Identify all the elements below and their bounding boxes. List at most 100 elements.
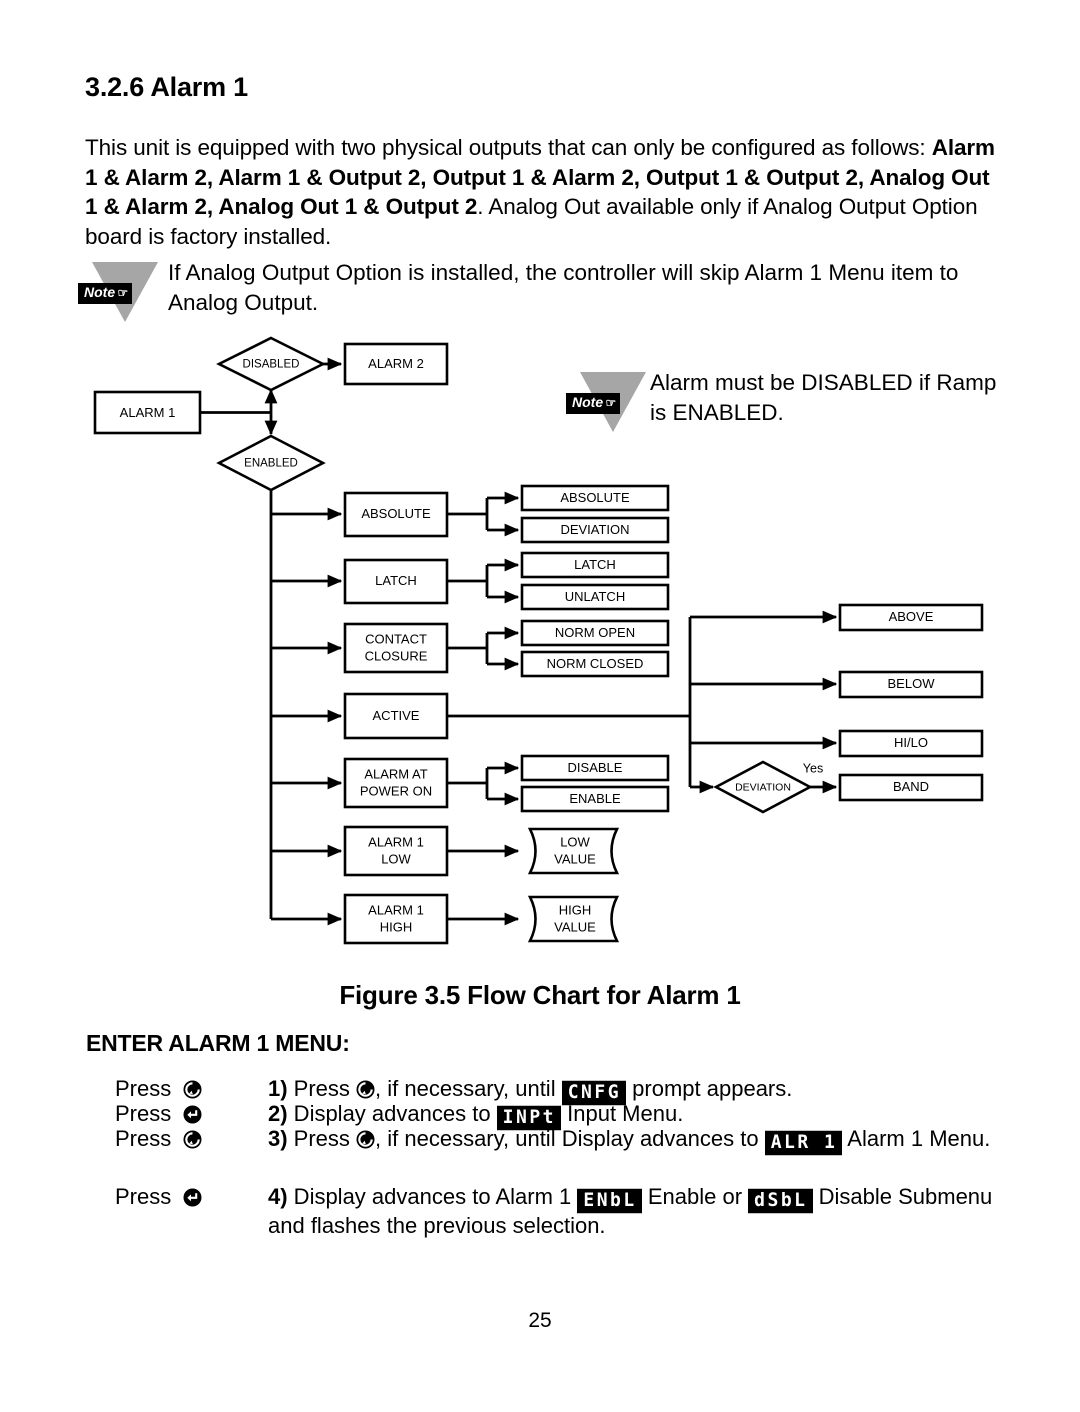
node-low-value-line2: VALUE xyxy=(554,851,596,866)
node-enabled-label: ENABLED xyxy=(244,458,298,470)
node-deviation xyxy=(713,760,813,814)
pointing-hand-icon: ☞ xyxy=(603,396,616,410)
node-disabled-label: DISABLED xyxy=(243,359,300,371)
node-alarm1-low xyxy=(343,825,449,877)
press-label-3: Press xyxy=(115,1126,202,1151)
node-high-value xyxy=(527,895,620,943)
node-contact-closure-line1: CONTACT xyxy=(365,631,427,646)
lcd-display-alr1: ALR 1 xyxy=(764,1130,843,1156)
step-3-before: Press xyxy=(287,1126,357,1151)
press-label-4: Press xyxy=(115,1184,202,1209)
node-hilo-label: HI/LO xyxy=(894,735,928,750)
node-low-value-line1: LOW xyxy=(560,834,590,849)
press-label-2: Press xyxy=(115,1101,202,1126)
node-active-label: ACTIVE xyxy=(373,708,420,723)
step-2-number: 2) xyxy=(268,1101,288,1126)
note-label: Note xyxy=(572,394,604,410)
node-deviation-label: DEVIATION xyxy=(735,781,791,793)
note-2-text: Alarm must be DISABLED if Ramp is ENABLE… xyxy=(650,370,997,425)
node-contact-closure xyxy=(343,622,449,674)
step-4-mid: Enable or xyxy=(641,1184,749,1209)
node-power-enable-label: ENABLE xyxy=(569,791,621,806)
menu-button-icon[interactable] xyxy=(356,1080,375,1099)
step-1-after-icon: , if necessary, until xyxy=(375,1076,562,1101)
node-contact-closure-line2: CLOSURE xyxy=(365,648,428,663)
node-below xyxy=(838,670,984,699)
note-icon: Note ☞ xyxy=(78,262,174,326)
document-page: 3.2.6 Alarm 1 This unit is equipped with… xyxy=(0,0,1080,1412)
press-text: Press xyxy=(115,1101,172,1126)
node-absolute-opt-absolute xyxy=(520,484,670,512)
menu-button-icon[interactable] xyxy=(183,1080,202,1099)
press-label-1: Press xyxy=(115,1076,202,1101)
node-alarm1-low-line2: LOW xyxy=(381,851,411,866)
menu-button-icon[interactable] xyxy=(356,1130,375,1149)
step-2-tail: Input Menu. xyxy=(561,1101,684,1126)
step-4-number: 4) xyxy=(268,1184,288,1209)
intro-paragraph: This unit is equipped with two physical … xyxy=(85,133,995,251)
intro-part1: This unit is equipped with two physical … xyxy=(85,135,932,160)
node-low-value xyxy=(527,827,620,875)
node-alarm1-high xyxy=(343,893,449,945)
step-1-before: Press xyxy=(287,1076,357,1101)
node-absolute xyxy=(343,491,449,538)
node-disabled xyxy=(216,336,326,392)
lcd-display-dsbl: dSbL xyxy=(748,1188,813,1214)
node-alarm-2 xyxy=(343,342,449,386)
step-3: 3) Press , if necessary, until Display a… xyxy=(268,1126,1028,1156)
enter-button-icon[interactable] xyxy=(183,1188,202,1207)
step-1-tail: prompt appears. xyxy=(626,1076,793,1101)
node-latch-opt-latch xyxy=(520,551,670,579)
node-enabled xyxy=(216,434,326,492)
figure-caption: Figure 3.5 Flow Chart for Alarm 1 xyxy=(339,980,741,1010)
menu-button-icon[interactable] xyxy=(183,1130,202,1149)
node-norm-open-label: NORM OPEN xyxy=(555,625,635,640)
node-above xyxy=(838,603,984,632)
node-absolute-opt-deviation-label: DEVIATION xyxy=(560,522,629,537)
press-text: Press xyxy=(115,1126,172,1151)
node-above-label: ABOVE xyxy=(889,609,934,624)
note-label: Note xyxy=(84,284,116,300)
node-alarm-1 xyxy=(93,390,202,435)
node-alarm1-high-line2: HIGH xyxy=(380,919,413,934)
node-latch-opt-unlatch-label: UNLATCH xyxy=(565,589,625,604)
step-3-number: 3) xyxy=(268,1126,288,1151)
node-high-value-line2: VALUE xyxy=(554,919,596,934)
page-number: 25 xyxy=(528,1309,552,1332)
note-band: Note ☞ xyxy=(78,283,133,304)
node-latch-opt-latch-label: LATCH xyxy=(574,557,616,572)
node-hilo xyxy=(838,729,984,758)
node-alarm1-high-line1: ALARM 1 xyxy=(368,902,424,917)
node-norm-closed-label: NORM CLOSED xyxy=(547,656,644,671)
step-3-after-icon: , if necessary, until Display advances t… xyxy=(375,1126,765,1151)
node-high-value-line1: HIGH xyxy=(559,902,592,917)
enter-button-icon[interactable] xyxy=(183,1105,202,1124)
node-norm-open xyxy=(520,619,670,647)
step-4: 4) Display advances to Alarm 1 ENbL Enab… xyxy=(268,1184,1028,1238)
note-1-text: If Analog Output Option is installed, th… xyxy=(168,260,959,315)
step-2-before: Display advances to xyxy=(287,1101,497,1126)
page-title: 3.2.6 Alarm 1 xyxy=(85,72,248,102)
node-latch xyxy=(343,558,449,605)
node-norm-closed xyxy=(520,650,670,678)
node-alarm-2-label: ALARM 2 xyxy=(368,356,424,371)
step-4-before: Display advances to Alarm 1 xyxy=(287,1184,578,1209)
node-alarm-1-label: ALARM 1 xyxy=(120,405,176,420)
node-latch-label: LATCH xyxy=(375,573,417,588)
node-absolute-opt-absolute-label: ABSOLUTE xyxy=(560,490,630,505)
menu-heading: ENTER ALARM 1 MENU: xyxy=(86,1030,350,1056)
node-power-enable xyxy=(520,785,670,813)
node-band-label: BAND xyxy=(893,779,929,794)
edge-label-yes: Yes xyxy=(803,761,823,775)
node-latch-opt-unlatch xyxy=(520,583,670,611)
step-1-number: 1) xyxy=(268,1076,288,1101)
node-absolute-opt-deviation xyxy=(520,516,670,544)
node-alarm-at-power-on xyxy=(343,757,449,809)
node-band xyxy=(838,773,984,802)
node-alarm1-low-line1: ALARM 1 xyxy=(368,834,424,849)
press-text: Press xyxy=(115,1076,172,1101)
note-band: Note ☞ xyxy=(566,393,621,414)
node-below-label: BELOW xyxy=(888,676,936,691)
step-3-tail: Alarm 1 Menu. xyxy=(842,1126,991,1151)
node-alarm-at-power-on-line2: POWER ON xyxy=(360,783,432,798)
